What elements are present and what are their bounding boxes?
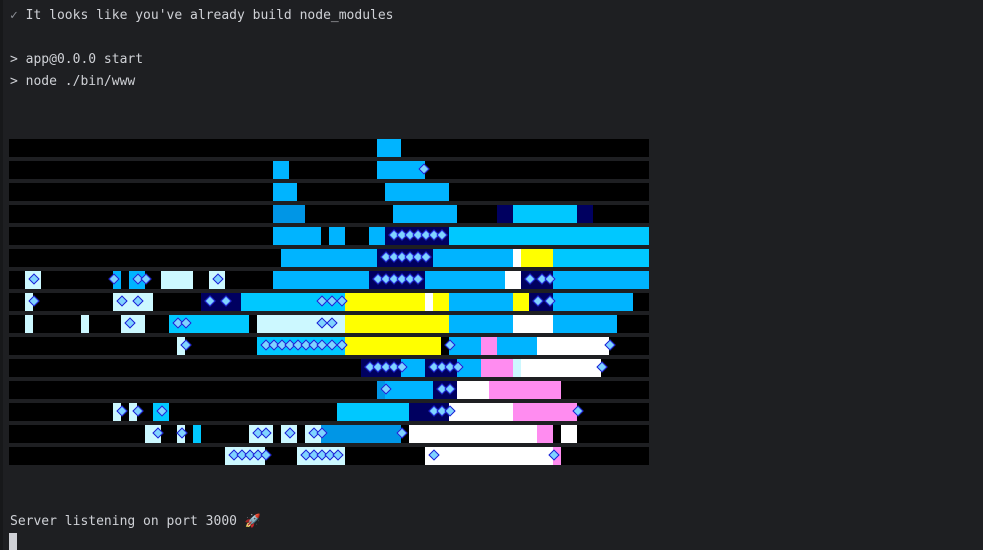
art-block bbox=[425, 447, 553, 465]
art-block bbox=[497, 205, 513, 223]
art-block bbox=[409, 425, 537, 443]
art-block bbox=[329, 227, 345, 245]
art-block bbox=[281, 249, 377, 267]
art-block bbox=[553, 315, 617, 333]
art-row bbox=[9, 315, 649, 333]
art-block bbox=[385, 183, 449, 201]
checkmark-icon: ✓ bbox=[10, 8, 18, 23]
art-row bbox=[9, 403, 649, 421]
art-block bbox=[513, 293, 529, 311]
art-block bbox=[345, 315, 449, 333]
art-block bbox=[449, 293, 513, 311]
art-block bbox=[337, 403, 409, 421]
ascii-art-banner bbox=[9, 139, 649, 465]
art-block bbox=[513, 359, 521, 377]
window-edge bbox=[0, 0, 3, 550]
art-row bbox=[9, 249, 649, 267]
art-block bbox=[449, 315, 513, 333]
terminal-cursor[interactable] bbox=[9, 533, 17, 550]
art-block bbox=[385, 381, 433, 399]
art-block bbox=[345, 337, 441, 355]
art-row bbox=[9, 271, 649, 289]
art-block bbox=[25, 315, 33, 333]
art-block bbox=[449, 403, 513, 421]
art-block bbox=[377, 139, 401, 157]
art-block bbox=[273, 205, 305, 223]
art-block bbox=[537, 337, 609, 355]
art-block bbox=[273, 227, 321, 245]
art-block bbox=[321, 425, 401, 443]
art-block bbox=[81, 315, 89, 333]
art-block bbox=[409, 403, 425, 421]
art-block bbox=[537, 425, 553, 443]
build-message: It looks like you've already build node_… bbox=[17, 8, 394, 23]
art-row bbox=[9, 161, 649, 179]
art-block bbox=[577, 205, 593, 223]
art-block bbox=[377, 161, 425, 179]
art-block bbox=[425, 293, 433, 311]
art-row bbox=[9, 205, 649, 223]
art-block bbox=[449, 227, 649, 245]
art-block bbox=[433, 249, 513, 267]
art-block bbox=[553, 293, 633, 311]
art-block bbox=[497, 337, 537, 355]
art-block bbox=[481, 337, 497, 355]
art-block bbox=[393, 205, 457, 223]
art-block bbox=[241, 293, 313, 311]
art-block bbox=[273, 271, 369, 289]
terminal-line-node: > node ./bin/www bbox=[10, 74, 136, 89]
art-block bbox=[345, 293, 425, 311]
art-block bbox=[513, 381, 561, 399]
art-row bbox=[9, 139, 649, 157]
art-block bbox=[481, 359, 513, 377]
art-block bbox=[273, 183, 297, 201]
art-row bbox=[9, 293, 649, 311]
art-block bbox=[425, 271, 505, 289]
art-row bbox=[9, 425, 649, 443]
art-row bbox=[9, 447, 649, 465]
art-row bbox=[9, 359, 649, 377]
previous-output-line: ~ ~ ~ ~ ~ ~ ~ ~ ~ ~ ~ ~ ~ ~ ~ ~ ~ ~ ~ ~ … bbox=[10, 0, 354, 6]
art-block bbox=[489, 381, 513, 399]
art-block bbox=[521, 359, 601, 377]
terminal-line-start: > app@0.0.0 start bbox=[10, 52, 144, 67]
art-row bbox=[9, 227, 649, 245]
art-block bbox=[521, 249, 553, 267]
art-block bbox=[553, 249, 649, 267]
art-row bbox=[9, 381, 649, 399]
art-block bbox=[505, 271, 521, 289]
art-block bbox=[513, 403, 545, 421]
art-block bbox=[553, 271, 649, 289]
art-block bbox=[161, 271, 193, 289]
art-block bbox=[513, 249, 521, 267]
art-row bbox=[9, 183, 649, 201]
art-block bbox=[545, 403, 577, 421]
art-block bbox=[193, 425, 201, 443]
art-block bbox=[273, 161, 289, 179]
art-block bbox=[433, 293, 449, 311]
art-block bbox=[513, 205, 577, 223]
art-block bbox=[513, 315, 553, 333]
art-block bbox=[561, 425, 577, 443]
art-block bbox=[457, 381, 489, 399]
art-block bbox=[369, 227, 385, 245]
server-listening-line: Server listening on port 3000 🚀 bbox=[10, 514, 261, 529]
art-row bbox=[9, 337, 649, 355]
terminal-line-build: ✓ It looks like you've already build nod… bbox=[10, 7, 394, 25]
